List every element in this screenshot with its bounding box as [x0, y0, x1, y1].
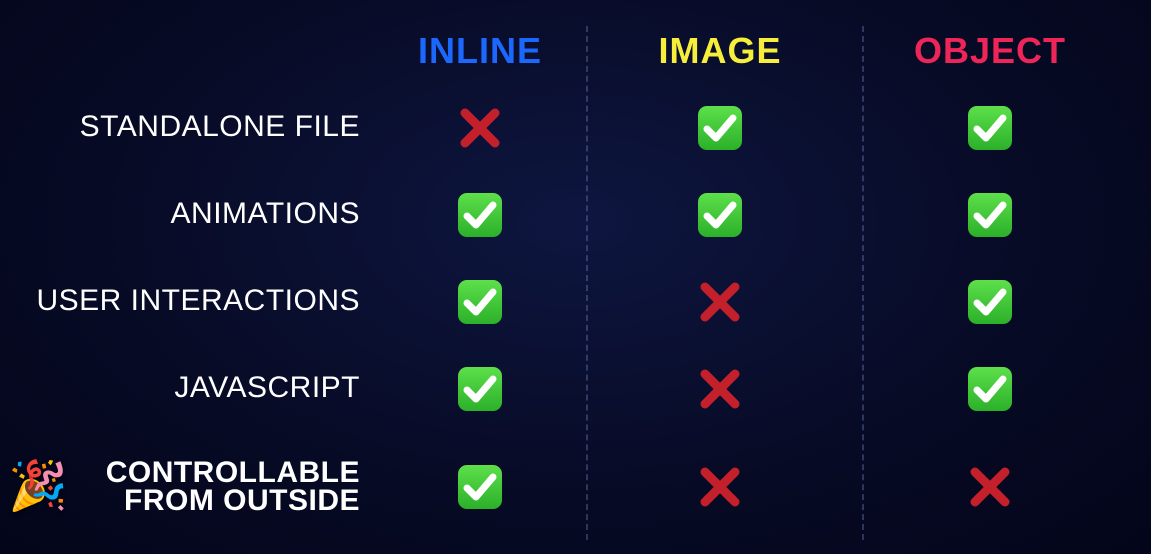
check-icon	[457, 279, 503, 325]
check-icon	[697, 105, 743, 151]
check-icon	[967, 192, 1013, 238]
cell-javascript-object	[860, 366, 1120, 412]
check-icon	[967, 279, 1013, 325]
row-label-javascript: JAVASCRIPT	[0, 374, 380, 403]
cross-icon	[697, 279, 743, 325]
cell-interactions-object	[860, 279, 1120, 325]
column-header-inline: INLINE	[380, 33, 580, 69]
check-icon	[457, 192, 503, 238]
check-icon	[967, 105, 1013, 151]
row-label-animations: ANIMATIONS	[0, 200, 380, 229]
cell-standalone-object	[860, 105, 1120, 151]
cell-controllable-object	[860, 464, 1120, 510]
row-label-line2: FROM OUTSIDE	[124, 484, 360, 517]
comparison-table: INLINE IMAGE OBJECT STANDALONE FILE ANIM…	[0, 0, 1151, 554]
cell-controllable-image	[580, 464, 860, 510]
cell-standalone-image	[580, 105, 860, 151]
cross-icon	[457, 105, 503, 151]
column-header-image: IMAGE	[580, 33, 860, 69]
cell-animations-object	[860, 192, 1120, 238]
check-icon	[457, 464, 503, 510]
check-icon	[967, 366, 1013, 412]
row-label-standalone: STANDALONE FILE	[0, 113, 380, 142]
row-label-interactions: USER INTERACTIONS	[0, 287, 380, 316]
cell-animations-image	[580, 192, 860, 238]
cell-javascript-inline	[380, 366, 580, 412]
cross-icon	[967, 464, 1013, 510]
cell-standalone-inline	[380, 105, 580, 151]
column-separator	[862, 26, 864, 540]
party-popper-icon: 🎉	[8, 463, 68, 511]
cross-icon	[697, 464, 743, 510]
cell-interactions-inline	[380, 279, 580, 325]
check-icon	[697, 192, 743, 238]
cell-interactions-image	[580, 279, 860, 325]
cell-javascript-image	[580, 366, 860, 412]
column-header-object: OBJECT	[860, 33, 1120, 69]
check-icon	[457, 366, 503, 412]
cell-animations-inline	[380, 192, 580, 238]
row-label-controllable: 🎉 CONTROLLABLE FROM OUTSIDE	[0, 459, 380, 516]
cross-icon	[697, 366, 743, 412]
column-separator	[586, 26, 588, 540]
cell-controllable-inline	[380, 464, 580, 510]
